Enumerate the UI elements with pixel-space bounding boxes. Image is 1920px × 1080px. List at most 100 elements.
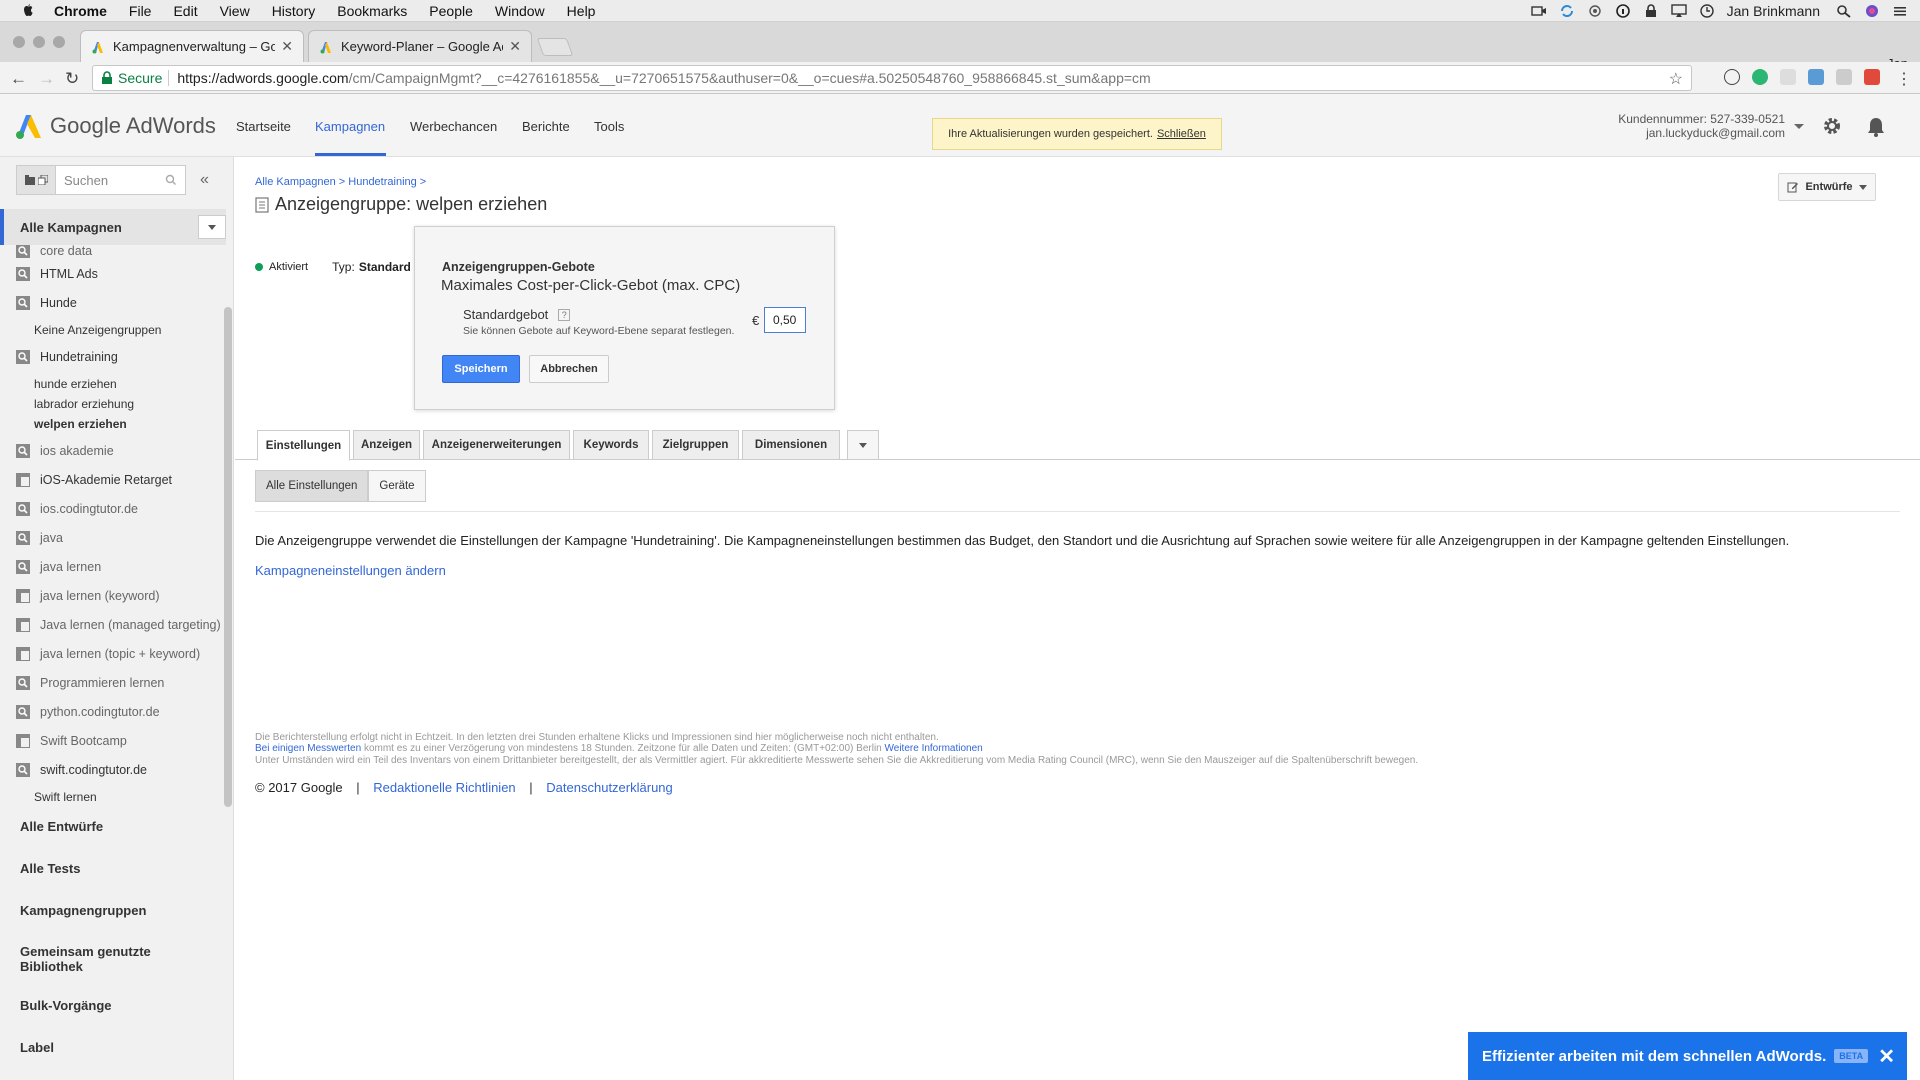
lock-icon[interactable] <box>1643 4 1659 18</box>
menu-view[interactable]: View <box>220 3 250 19</box>
tab-dimensionen[interactable]: Dimensionen <box>742 430 840 460</box>
camera-icon[interactable] <box>1530 4 1547 18</box>
sidebar-collapse-icon[interactable]: « <box>200 171 209 189</box>
drafts-button[interactable]: Entwürfe <box>1778 173 1876 201</box>
extension-blue-icon[interactable] <box>1808 69 1824 85</box>
time-machine-icon[interactable] <box>1699 4 1715 18</box>
nav-startseite[interactable]: Startseite <box>236 119 291 134</box>
sync-icon[interactable] <box>1559 4 1575 18</box>
privacy-policy-link[interactable]: Datenschutzerklärung <box>546 780 672 795</box>
adgroup-item[interactable]: Keine Anzeigengruppen <box>0 319 161 341</box>
adgroup-item[interactable]: hunde erziehen <box>0 373 117 395</box>
back-arrow-icon[interactable]: ← <box>10 69 27 89</box>
menu-help[interactable]: Help <box>567 3 596 19</box>
window-minimize-button[interactable] <box>33 36 45 48</box>
campaign-item[interactable]: Swift Bootcamp <box>0 730 127 752</box>
status-label[interactable]: Aktiviert <box>269 261 308 273</box>
forward-arrow-icon[interactable]: → <box>38 69 55 89</box>
extension-grammarly-icon[interactable] <box>1752 69 1768 85</box>
campaign-item[interactable]: java lernen (keyword) <box>0 585 160 607</box>
campaign-item[interactable]: python.codingtutor.de <box>0 701 160 723</box>
sidebar-section-tests[interactable]: Alle Tests <box>20 861 80 876</box>
subtab-all-settings[interactable]: Alle Einstellungen <box>255 470 369 502</box>
help-icon[interactable]: ? <box>558 308 571 321</box>
adwords-logo[interactable]: Google AdWords <box>14 112 216 140</box>
browser-tab-keyword-planner[interactable]: Keyword-Planer – Google AdW ✕ <box>308 30 532 62</box>
subtab-devices[interactable]: Geräte <box>368 470 426 502</box>
adgroup-item[interactable]: Swift lernen <box>0 786 97 808</box>
campaign-item[interactable]: core data <box>0 245 92 262</box>
window-close-button[interactable] <box>13 36 25 48</box>
campaign-item[interactable]: Hunde <box>0 292 77 314</box>
adgroup-item[interactable]: labrador erziehung <box>0 393 134 415</box>
campaign-item[interactable]: java lernen <box>0 556 101 578</box>
footer-more-info-link[interactable]: Weitere Informationen <box>885 743 983 754</box>
browser-menu-icon[interactable]: ⋮ <box>1896 69 1912 89</box>
change-campaign-settings-link[interactable]: Kampagneneinstellungen ändern <box>255 563 446 578</box>
sidebar-scrollbar[interactable] <box>224 307 232 807</box>
extension-code-icon[interactable] <box>1836 69 1852 85</box>
cancel-button[interactable]: Abbrechen <box>529 355 609 383</box>
menu-edit[interactable]: Edit <box>173 3 197 19</box>
cloud-icon[interactable] <box>1587 4 1603 18</box>
sidebar-section-shared-library[interactable]: Gemeinsam genutzte Bibliothek <box>20 944 170 974</box>
adgroup-item-selected[interactable]: welpen erziehen <box>0 413 127 435</box>
tab-close-icon[interactable]: ✕ <box>509 38 521 55</box>
menu-history[interactable]: History <box>272 3 316 19</box>
editorial-guidelines-link[interactable]: Redaktionelle Richtlinien <box>373 780 515 795</box>
tab-zielgruppen[interactable]: Zielgruppen <box>652 430 739 460</box>
gear-icon[interactable] <box>1822 116 1842 136</box>
campaign-item[interactable]: iOS-Akademie Retarget <box>0 469 172 491</box>
extension-info-icon[interactable] <box>1724 69 1740 85</box>
nav-berichte[interactable]: Berichte <box>522 119 570 134</box>
default-bid-input[interactable] <box>764 307 806 333</box>
close-icon[interactable]: ✕ <box>1878 1044 1895 1069</box>
notification-center-icon[interactable] <box>1892 4 1908 18</box>
extension-gray-icon[interactable] <box>1780 69 1796 85</box>
spotlight-search-icon[interactable] <box>1836 4 1852 18</box>
menu-window[interactable]: Window <box>495 3 545 19</box>
sidebar-search-input[interactable]: Suchen <box>56 165 186 195</box>
tab-close-icon[interactable]: ✕ <box>281 38 293 55</box>
more-tabs-button[interactable] <box>847 430 879 460</box>
menu-user-name[interactable]: Jan Brinkmann <box>1727 3 1820 19</box>
campaign-item[interactable]: swift.codingtutor.de <box>0 759 147 781</box>
sidebar-section-labels[interactable]: Label <box>20 1040 54 1055</box>
campaign-item[interactable]: ios.codingtutor.de <box>0 498 138 520</box>
apple-icon[interactable] <box>20 3 36 19</box>
customer-info[interactable]: Kundennummer: 527-339-0521 jan.luckyduck… <box>1618 112 1785 140</box>
sidebar-section-campaign-groups[interactable]: Kampagnengruppen <box>20 903 146 918</box>
campaign-item[interactable]: ios akademie <box>0 440 114 462</box>
tab-anzeigen[interactable]: Anzeigen <box>353 430 420 460</box>
nav-tools[interactable]: Tools <box>594 119 624 134</box>
browser-tab-campaign-management[interactable]: Kampagnenverwaltung – Goog ✕ <box>80 30 304 62</box>
window-zoom-button[interactable] <box>53 36 65 48</box>
menu-app-name[interactable]: Chrome <box>54 3 107 19</box>
account-chevron-down-icon[interactable] <box>1794 124 1804 129</box>
breadcrumb[interactable]: Alle Kampagnen > Hundetraining > <box>255 176 426 188</box>
all-campaigns-item[interactable]: Alle Kampagnen <box>0 209 226 245</box>
bookmark-star-icon[interactable]: ☆ <box>1669 69 1683 89</box>
campaign-item[interactable]: Programmieren lernen <box>0 672 164 694</box>
view-toggle-button[interactable] <box>16 165 56 195</box>
menu-file[interactable]: File <box>129 3 152 19</box>
extension-red-icon[interactable] <box>1864 69 1880 85</box>
campaign-item[interactable]: HTML Ads <box>0 263 98 285</box>
save-button[interactable]: Speichern <box>442 355 520 383</box>
sidebar-section-bulk-operations[interactable]: Bulk-Vorgänge <box>20 998 112 1013</box>
tab-keywords[interactable]: Keywords <box>573 430 649 460</box>
reload-icon[interactable]: ↻ <box>65 69 79 89</box>
new-adwords-promo-banner[interactable]: Effizienter arbeiten mit dem schnellen A… <box>1468 1032 1907 1080</box>
address-bar[interactable]: Secure https://adwords.google.com/cm/Cam… <box>92 65 1692 91</box>
bell-icon[interactable] <box>1866 116 1886 138</box>
footer-metrics-link[interactable]: Bei einigen Messwerten <box>255 743 361 754</box>
info-icon[interactable] <box>1615 4 1631 18</box>
campaign-item[interactable]: java lernen (topic + keyword) <box>0 643 200 665</box>
campaign-item[interactable]: java <box>0 527 63 549</box>
new-tab-button[interactable] <box>536 38 574 56</box>
secure-indicator[interactable]: Secure <box>101 70 162 86</box>
saved-notice-close-link[interactable]: Schließen <box>1157 128 1206 140</box>
airplay-icon[interactable] <box>1670 4 1687 18</box>
sidebar-section-drafts[interactable]: Alle Entwürfe <box>20 819 103 834</box>
campaign-item[interactable]: Java lernen (managed targeting) <box>0 614 221 636</box>
